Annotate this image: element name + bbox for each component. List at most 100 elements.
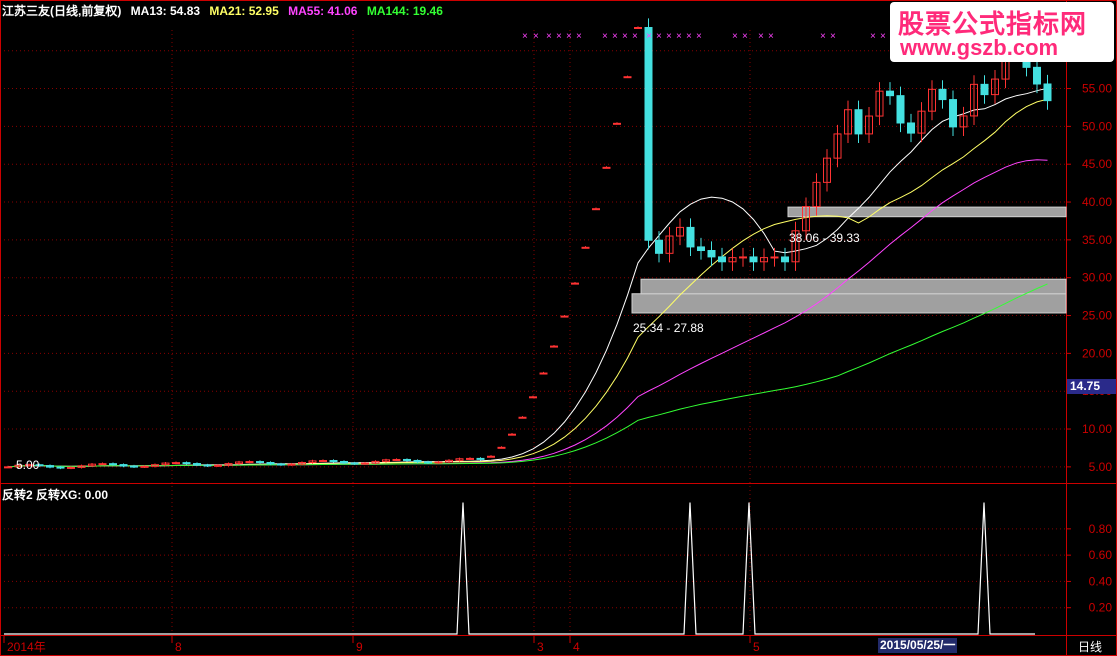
watermark-line2: www.gszb.com	[900, 35, 1059, 60]
candle-up	[466, 457, 474, 460]
candle-down	[697, 246, 705, 252]
candle-down	[907, 122, 915, 134]
price-tick-label: 45.00	[1082, 157, 1112, 171]
candle-down	[403, 458, 411, 461]
candle-down	[1043, 83, 1052, 102]
price-tick-label: 35.00	[1082, 233, 1112, 247]
candle-up	[287, 463, 296, 466]
candle-up	[172, 462, 180, 465]
price-tick-label: 5.00	[1089, 460, 1113, 474]
candle-down	[340, 460, 348, 464]
support-zone	[631, 293, 1067, 314]
price-tick-label: 25.00	[1082, 309, 1112, 323]
reversal-signal-line	[4, 502, 1035, 635]
price-tick-label: 30.00	[1082, 271, 1112, 285]
signal-marker: ×	[566, 31, 572, 42]
ma21-label: MA21: 52.95	[209, 4, 279, 18]
candle-up	[140, 465, 149, 468]
kline-chart[interactable]: ×××××××××××××××××××××××× 60.0055.0050.00…	[0, 0, 1117, 656]
candle-up	[613, 122, 621, 125]
time-tick-label: 8	[175, 640, 182, 654]
candle-up	[560, 315, 569, 318]
candle-down	[266, 462, 275, 465]
ma13-label: MA13: 54.83	[130, 4, 201, 18]
candle-down	[119, 464, 128, 467]
indicator-header: 反转2 反转XG: 0.00	[2, 488, 109, 502]
candle-down	[56, 466, 65, 469]
candle-up	[214, 464, 222, 467]
indicator-tick-label: 0.60	[1089, 548, 1113, 562]
candle-down	[1033, 66, 1041, 85]
candle-down	[749, 256, 758, 263]
signal-marker: ×	[612, 31, 618, 42]
candle-down	[980, 83, 989, 96]
period-button[interactable]: 日线	[1078, 638, 1102, 655]
candle-up	[245, 461, 254, 464]
price-marker: 14.75	[1067, 379, 1116, 394]
candle-up	[634, 27, 642, 30]
candle-down	[46, 465, 54, 468]
candle-down	[686, 226, 695, 248]
candle-up	[67, 466, 75, 469]
signal-marker: ×	[676, 31, 682, 42]
signal-marker: ×	[870, 31, 876, 42]
candle-up	[392, 458, 401, 461]
candle-down	[707, 250, 716, 258]
candle-down	[854, 109, 863, 135]
candle-down	[896, 95, 905, 124]
candle-down	[718, 256, 726, 263]
price-tick-label: 55.00	[1082, 82, 1112, 96]
signal-marker: ×	[742, 31, 748, 42]
indicator-tick-label: 0.40	[1089, 574, 1113, 588]
candle-up	[581, 246, 590, 249]
candle-up	[487, 455, 495, 458]
candle-up	[434, 461, 443, 464]
indicator-tick-label: 0.20	[1089, 601, 1113, 615]
chart-header: 江苏三友(日线,前复权) MA13: 54.83 MA21: 52.95 MA5…	[2, 2, 449, 19]
signal-marker: ×	[632, 31, 638, 42]
candle-up	[739, 256, 747, 259]
ma144-label: MA144: 19.46	[366, 4, 443, 18]
candle-down	[781, 256, 789, 263]
signal-marker: ×	[666, 31, 672, 42]
candle-up	[550, 345, 558, 348]
candle-down	[655, 239, 663, 254]
signal-marker: ×	[656, 31, 662, 42]
signal-marker: ×	[732, 31, 738, 42]
time-tick-label: 5	[753, 640, 760, 654]
signal-marker: ×	[830, 31, 836, 42]
candle-down	[886, 90, 894, 97]
signal-marker: ×	[820, 31, 826, 42]
signal-marker: ×	[646, 31, 652, 42]
signal-marker: ×	[622, 31, 628, 42]
cursor-date: 2015/05/25/一	[878, 638, 958, 653]
candle-down	[109, 463, 117, 466]
signal-marker: ×	[880, 31, 886, 42]
candle-up	[508, 433, 516, 436]
candle-up	[361, 462, 369, 465]
time-tick-label: 4	[573, 640, 580, 654]
candle-down	[476, 457, 485, 460]
candle-down	[329, 460, 338, 463]
candle-up	[770, 256, 779, 259]
signal-marker: ×	[602, 31, 608, 42]
signal-marker: ×	[533, 31, 539, 42]
ma55-label: MA55: 41.06	[288, 4, 358, 18]
candle-up	[319, 460, 327, 463]
price-tick-label: 40.00	[1082, 195, 1112, 209]
indicator-tick-label: 0.80	[1089, 522, 1113, 536]
candle-up	[602, 166, 611, 169]
ma13-line	[7, 87, 1048, 468]
candle-up	[623, 76, 632, 79]
watermark-logo: 股票公式指标网 www.gszb.com	[890, 2, 1114, 62]
candle-down	[949, 99, 957, 128]
signal-marker: ×	[576, 31, 582, 42]
candle-down	[413, 459, 422, 463]
support-zone	[640, 278, 1067, 295]
price-annotation: 5.00	[16, 458, 40, 472]
candle-up	[529, 396, 537, 399]
price-tick-label: 10.00	[1082, 422, 1112, 436]
signal-marker: ×	[758, 31, 764, 42]
candle-up	[4, 466, 12, 469]
candle-up	[592, 208, 600, 211]
